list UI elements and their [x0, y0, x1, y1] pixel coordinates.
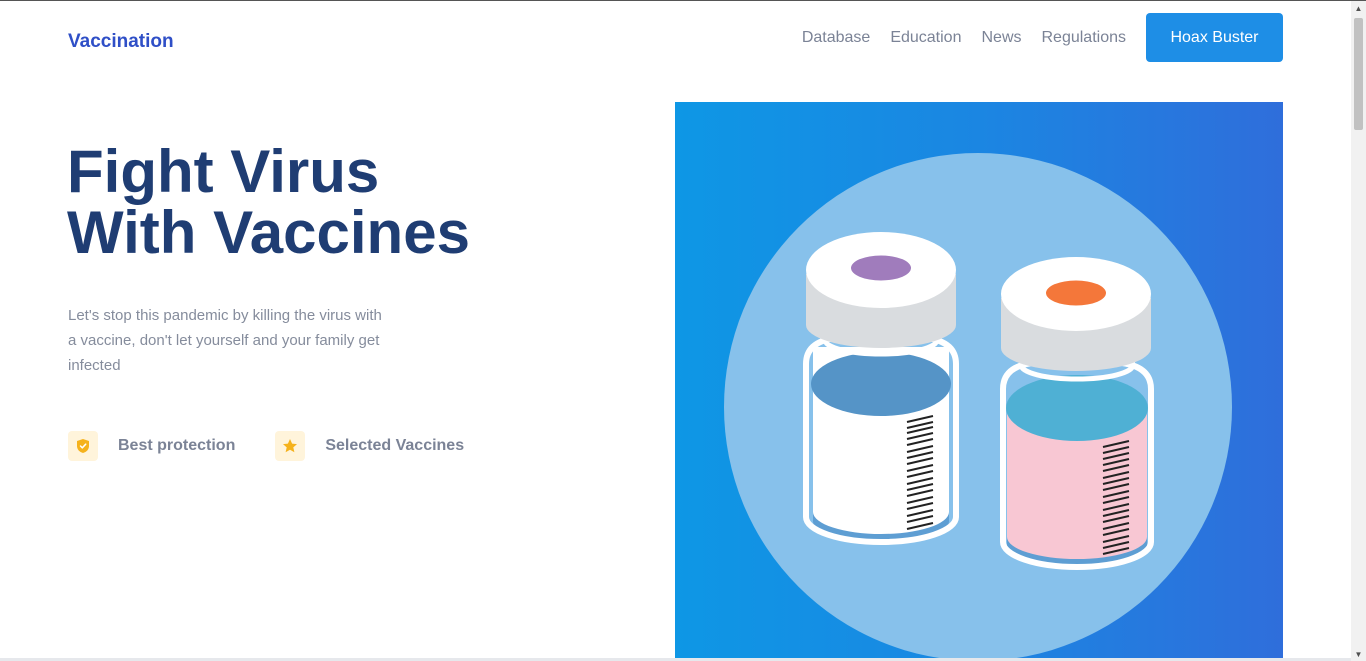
hero-title: Fight Virus With Vaccines [67, 141, 470, 263]
landing-page: Vaccination Database Education News Regu… [0, 0, 1366, 661]
hero-title-line-1: Fight Virus [67, 138, 380, 205]
page-scrollbar[interactable]: ▲ ▼ [1351, 1, 1366, 661]
hero-title-line-2: With Vaccines [67, 199, 470, 266]
hero-subtitle: Let's stop this pandemic by killing the … [68, 307, 382, 374]
shield-icon [68, 431, 98, 461]
nav-link-news[interactable]: News [981, 14, 1021, 62]
feature-label: Selected Vaccines [325, 437, 465, 454]
hoax-buster-button[interactable]: Hoax Buster [1146, 13, 1283, 62]
scroll-up-icon[interactable]: ▲ [1351, 1, 1366, 16]
scrollbar-thumb[interactable] [1354, 18, 1363, 130]
brand-logo[interactable]: Vaccination [68, 31, 174, 53]
feature-selected-vaccines: Selected Vaccines [275, 431, 464, 461]
feature-best-protection: Best protection [68, 431, 235, 461]
nav-link-regulations[interactable]: Regulations [1042, 14, 1127, 62]
star-icon [275, 431, 306, 461]
top-nav: Database Education News Regulations Hoax… [802, 13, 1283, 62]
feature-list: Best protection Selected Vaccines [68, 431, 504, 461]
hero-illustration [675, 102, 1283, 661]
vaccine-vial-right-icon [1000, 257, 1154, 570]
nav-link-education[interactable]: Education [890, 14, 961, 62]
feature-label: Best protection [118, 437, 236, 454]
nav-link-database[interactable]: Database [802, 14, 871, 62]
scroll-down-icon[interactable]: ▼ [1351, 647, 1366, 661]
vaccine-vial-left-icon [803, 232, 959, 545]
